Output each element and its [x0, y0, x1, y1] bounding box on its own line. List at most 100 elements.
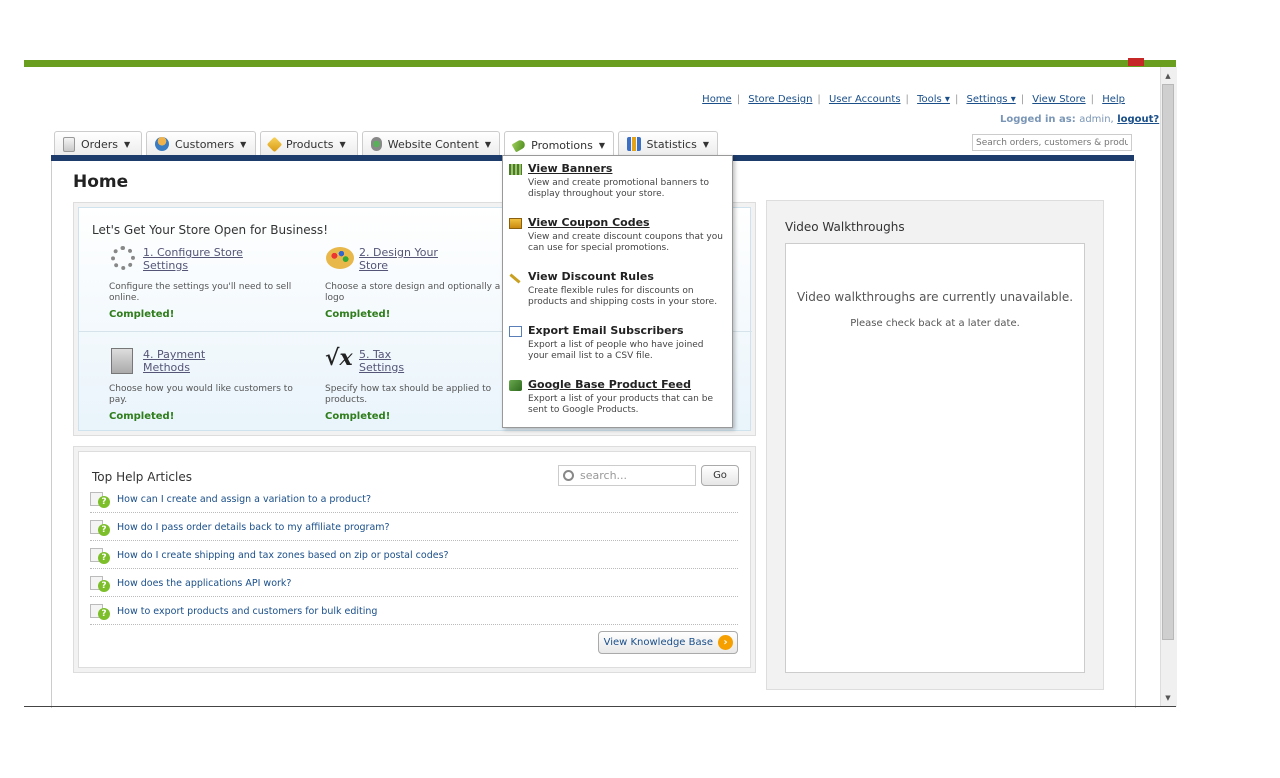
tab-website-content[interactable]: Website Content ▼ — [362, 131, 500, 156]
global-search-input[interactable] — [972, 134, 1132, 151]
help-article-row[interactable]: ? How to export products and customers fo… — [90, 598, 738, 625]
globe-icon — [371, 137, 382, 151]
step-status: Completed! — [325, 309, 391, 320]
help-search-input[interactable]: search... — [558, 465, 696, 486]
coupon-icon — [509, 218, 522, 229]
help-article-icon: ? — [90, 574, 112, 592]
menu-item-google-base-product-feed[interactable]: Google Base Product Feed Export a list o… — [509, 378, 727, 428]
step-status: Completed! — [109, 309, 175, 320]
link-settings[interactable]: Settings ▾ — [967, 94, 1016, 105]
video-title: Video Walkthroughs — [785, 220, 905, 234]
tab-customers[interactable]: Customers ▼ — [146, 131, 256, 156]
menu-item-title: View Banners — [528, 162, 613, 175]
chevron-down-icon: ▼ — [484, 139, 491, 149]
help-article-link[interactable]: How do I pass order details back to my a… — [117, 522, 390, 533]
bar-chart-icon — [627, 137, 641, 151]
help-article-icon: ? — [90, 546, 112, 564]
tab-statistics[interactable]: Statistics ▼ — [618, 131, 718, 156]
menu-item-desc: View and create discount coupons that yo… — [528, 232, 723, 253]
menu-item-title: View Coupon Codes — [528, 216, 650, 229]
palette-icon — [326, 247, 354, 269]
tab-products[interactable]: Products ▼ — [260, 131, 358, 156]
tab-label: Statistics — [646, 137, 697, 151]
cart-icon — [509, 380, 522, 391]
logout-link[interactable]: logout? — [1117, 114, 1159, 125]
link-store-design[interactable]: Store Design — [748, 94, 812, 105]
help-article-link[interactable]: How to export products and customers for… — [117, 606, 377, 617]
tab-label: Orders — [81, 137, 118, 151]
menu-item-view-banners[interactable]: View Banners View and create promotional… — [509, 162, 727, 212]
step-tax-settings-link[interactable]: 5. Tax Settings — [359, 348, 439, 374]
step-description: Choose a store design and optionally a l… — [325, 282, 501, 303]
step-design-store-link[interactable]: 2. Design Your Store — [359, 246, 459, 272]
menu-item-view-discount-rules[interactable]: View Discount Rules Create flexible rule… — [509, 270, 727, 320]
chevron-down-icon: ▼ — [339, 139, 346, 149]
link-home[interactable]: Home — [702, 94, 732, 105]
tab-label: Customers — [175, 137, 235, 151]
link-help[interactable]: Help — [1102, 94, 1125, 105]
logged-in-status: Logged in as: admin, logout? — [1000, 114, 1159, 125]
help-article-link[interactable]: How do I create shipping and tax zones b… — [117, 550, 449, 561]
film-icon — [509, 164, 522, 175]
scrollbar-thumb[interactable] — [1162, 84, 1174, 640]
window-top-bar — [24, 60, 1176, 67]
menu-item-view-coupon-codes[interactable]: View Coupon Codes View and create discou… — [509, 216, 727, 266]
help-article-icon: ? — [90, 602, 112, 620]
menu-item-desc: Create flexible rules for discounts on p… — [528, 286, 718, 307]
tab-label: Promotions — [531, 139, 593, 152]
step-status: Completed! — [325, 411, 391, 422]
square-root-icon: √x — [325, 345, 353, 371]
help-article-icon: ? — [90, 518, 112, 536]
video-box: Video walkthroughs are currently unavail… — [785, 243, 1085, 673]
wand-icon — [509, 273, 521, 284]
chevron-down-icon: ▼ — [240, 139, 247, 149]
scroll-up-icon[interactable]: ▲ — [1160, 68, 1176, 84]
chevron-down-icon: ▼ — [702, 139, 709, 149]
chevron-down-icon: ▼ — [598, 141, 605, 150]
calculator-icon — [111, 348, 133, 374]
menu-item-desc: View and create promotional banners to d… — [528, 178, 710, 199]
help-article-row[interactable]: ? How can I create and assign a variation… — [90, 486, 738, 513]
logged-in-user: admin, — [1079, 114, 1114, 125]
help-article-icon: ? — [90, 490, 112, 508]
header-links: Home | Store Design | User Accounts | Tools… — [702, 94, 1125, 105]
tab-label: Products — [286, 137, 334, 151]
step-configure-store-link[interactable]: 1. Configure Store Settings — [143, 246, 253, 272]
menu-item-export-email-subscribers[interactable]: Export Email Subscribers Export a list o… — [509, 324, 727, 374]
window-close-icon[interactable] — [1128, 58, 1144, 66]
promotions-dropdown-menu: View Banners View and create promotional… — [502, 155, 733, 428]
step-payment-methods-link[interactable]: 4. Payment Methods — [143, 348, 223, 374]
orders-icon — [63, 136, 75, 152]
link-user-accounts[interactable]: User Accounts — [829, 94, 901, 105]
getting-started-title: Let's Get Your Store Open for Business! — [92, 223, 328, 237]
help-go-button[interactable]: Go — [701, 465, 739, 486]
help-article-row[interactable]: ? How do I create shipping and tax zones … — [90, 542, 738, 569]
menu-item-title: Export Email Subscribers — [528, 324, 684, 337]
search-icon — [563, 470, 574, 481]
menu-item-title: Google Base Product Feed — [528, 378, 691, 391]
help-title: Top Help Articles — [92, 470, 192, 484]
video-submessage: Please check back at a later date. — [850, 318, 1020, 329]
view-knowledge-base-button[interactable]: View Knowledge Base › — [598, 631, 738, 654]
step-description: Specify how tax should be applied to pro… — [325, 384, 492, 405]
tag-icon — [511, 138, 527, 153]
help-article-link[interactable]: How does the applications API work? — [117, 578, 291, 589]
menu-item-title: View Discount Rules — [528, 270, 654, 283]
help-article-link[interactable]: How can I create and assign a variation … — [117, 494, 371, 505]
video-panel: Video Walkthroughs Video walkthroughs ar… — [766, 200, 1104, 690]
menu-item-desc: Export a list of your products that can … — [528, 394, 713, 415]
help-article-row[interactable]: ? How does the applications API work? — [90, 570, 738, 597]
arrow-right-icon: › — [718, 635, 733, 650]
gear-icon — [111, 246, 135, 270]
tab-orders[interactable]: Orders ▼ — [54, 131, 142, 156]
link-tools[interactable]: Tools ▾ — [917, 94, 950, 105]
video-message: Video walkthroughs are currently unavail… — [796, 290, 1074, 304]
step-status: Completed! — [109, 411, 175, 422]
help-article-row[interactable]: ? How do I pass order details back to my … — [90, 514, 738, 541]
products-icon — [266, 136, 283, 152]
step-description: Configure the settings you'll need to se… — [109, 282, 292, 303]
link-view-store[interactable]: View Store — [1032, 94, 1085, 105]
step-description: Choose how you would like customers to p… — [109, 384, 293, 405]
scroll-down-icon[interactable]: ▼ — [1160, 690, 1176, 706]
kb-button-label: View Knowledge Base — [603, 637, 713, 648]
